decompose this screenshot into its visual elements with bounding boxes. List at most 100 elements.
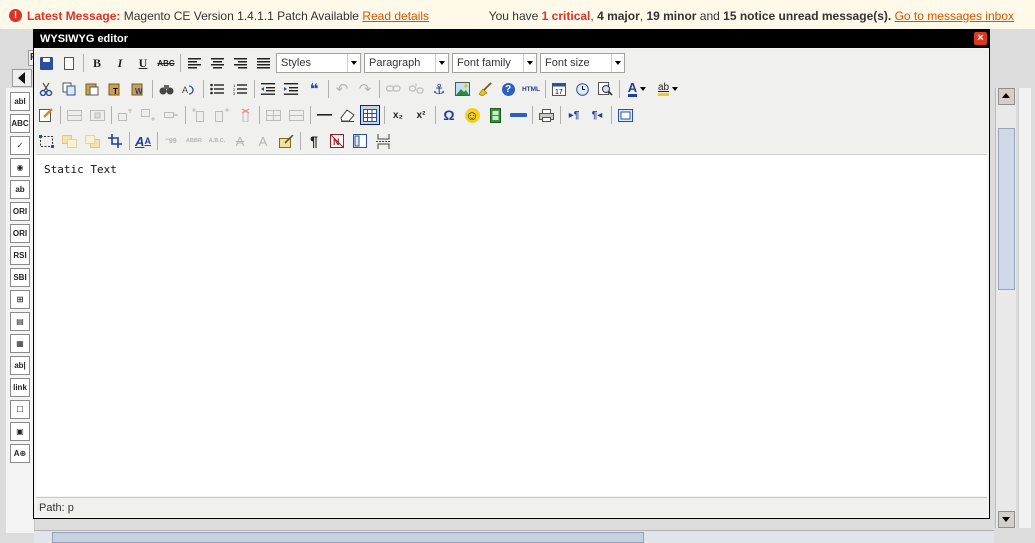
help-button[interactable]: ? <box>498 79 518 99</box>
font-size-select[interactable]: Font size <box>540 53 625 73</box>
unlink-button[interactable] <box>406 79 426 99</box>
insert-layer-button[interactable] <box>36 131 56 151</box>
background-tool-15[interactable]: ☐ <box>10 400 30 419</box>
numbered-list-button[interactable]: 123 <box>230 79 250 99</box>
delete-col-button[interactable] <box>235 105 255 125</box>
insert-row-before-button[interactable] <box>115 105 135 125</box>
abbreviation-button[interactable]: ABBR <box>184 131 204 151</box>
cut-button[interactable] <box>36 79 56 99</box>
acronym-button[interactable]: A.B.C. <box>207 131 227 151</box>
insert-image-button[interactable] <box>452 79 472 99</box>
background-tool-13[interactable]: ab| <box>10 356 30 375</box>
html-source-button[interactable]: HTML <box>521 79 541 99</box>
find-button[interactable] <box>156 79 176 99</box>
close-button[interactable]: × <box>974 32 987 45</box>
move-backward-button[interactable] <box>82 131 102 151</box>
blockquote-button[interactable]: ❝ <box>304 79 324 99</box>
preview-button[interactable] <box>595 79 615 99</box>
outdent-button[interactable] <box>258 79 278 99</box>
messages-inbox-link[interactable]: Go to messages inbox <box>895 9 1014 23</box>
new-document-button[interactable] <box>59 53 79 73</box>
absolute-position-button[interactable] <box>105 131 125 151</box>
align-left-button[interactable] <box>184 53 204 73</box>
element-path[interactable]: Path: p <box>39 502 74 514</box>
table-row-props-button[interactable] <box>64 105 84 125</box>
insert-row-after-button[interactable] <box>138 105 158 125</box>
underline-button[interactable]: U <box>133 53 153 73</box>
collapse-arrow-button[interactable] <box>12 69 32 87</box>
superscript-button[interactable]: x² <box>411 105 431 125</box>
background-tool-16[interactable]: ▣ <box>10 422 30 441</box>
special-char-button[interactable]: Ω <box>439 105 459 125</box>
scroll-down-button[interactable] <box>998 511 1015 528</box>
background-tool-7[interactable]: ORI <box>10 224 30 243</box>
bold-button[interactable]: B <box>87 53 107 73</box>
paste-word-button[interactable]: W <box>128 79 148 99</box>
font-family-select[interactable]: Font family <box>452 53 537 73</box>
insert-media-button[interactable] <box>485 105 505 125</box>
insert-col-before-button[interactable] <box>189 105 209 125</box>
copy-button[interactable] <box>59 79 79 99</box>
paste-text-button[interactable]: T <box>105 79 125 99</box>
visual-chars-button[interactable]: ¶ <box>304 131 324 151</box>
background-tool-8[interactable]: RSI <box>10 246 30 265</box>
insert-date-button[interactable]: 17 <box>549 79 569 99</box>
attributes-button[interactable] <box>276 131 296 151</box>
edit-css-button[interactable] <box>36 105 56 125</box>
split-cells-button[interactable] <box>263 105 283 125</box>
print-button[interactable] <box>536 105 556 125</box>
background-tool-10[interactable]: ⊞ <box>10 290 30 309</box>
background-tool-17[interactable]: A⊕ <box>10 444 30 463</box>
rtl-button[interactable]: ¶ ◂ <box>587 105 607 125</box>
background-tool-6[interactable]: ORI <box>10 202 30 221</box>
cite-button[interactable]: ‘‘99 <box>161 131 181 151</box>
cleanup-button[interactable] <box>475 79 495 99</box>
italic-button[interactable]: I <box>110 53 130 73</box>
horizontal-rule-button[interactable] <box>314 105 334 125</box>
undo-button[interactable]: ↶ <box>332 79 352 99</box>
background-tool-4[interactable]: ◉ <box>10 158 30 177</box>
insert-link-button[interactable] <box>383 79 403 99</box>
deletion-button[interactable]: A <box>230 131 250 151</box>
paste-button[interactable] <box>82 79 102 99</box>
style-props-button[interactable]: AA <box>133 131 153 151</box>
styles-select[interactable]: Styles <box>276 53 361 73</box>
background-tool-12[interactable]: ▦ <box>10 334 30 353</box>
page-break-button[interactable] <box>373 131 393 151</box>
background-horizontal-scrollbar[interactable] <box>34 530 994 543</box>
highlight-color-button[interactable]: ab <box>654 79 682 99</box>
text-color-button[interactable]: A <box>623 79 651 99</box>
ltr-button[interactable]: ▸ ¶ <box>564 105 584 125</box>
align-center-button[interactable] <box>207 53 227 73</box>
visual-aid-button[interactable] <box>360 105 380 125</box>
editor-content-text[interactable]: Static Text <box>44 163 117 176</box>
background-tool-1[interactable]: abl <box>10 92 30 111</box>
delete-row-button[interactable] <box>161 105 181 125</box>
insert-col-after-button[interactable] <box>212 105 232 125</box>
align-justify-button[interactable] <box>253 53 273 73</box>
background-vertical-scrollbar[interactable] <box>995 88 1016 528</box>
paragraph-select[interactable]: Paragraph <box>364 53 449 73</box>
horizontal-scroll-thumb[interactable] <box>52 532 644 543</box>
background-tool-14[interactable]: link <box>10 378 30 397</box>
align-right-button[interactable] <box>230 53 250 73</box>
save-button[interactable] <box>36 53 56 73</box>
remove-format-button[interactable] <box>337 105 357 125</box>
anchor-button[interactable]: ⚓ <box>429 79 449 99</box>
replace-button[interactable]: A <box>179 79 199 99</box>
move-forward-button[interactable] <box>59 131 79 151</box>
background-tool-2[interactable]: ABC <box>10 114 30 133</box>
merge-cells-button[interactable] <box>286 105 306 125</box>
template-button[interactable] <box>350 131 370 151</box>
insertion-button[interactable]: A <box>253 131 273 151</box>
fullscreen-button[interactable] <box>615 105 635 125</box>
advanced-hr-button[interactable] <box>508 105 528 125</box>
redo-button[interactable]: ↷ <box>355 79 375 99</box>
insert-time-button[interactable] <box>572 79 592 99</box>
editor-content-area[interactable]: Static Text <box>36 154 987 496</box>
background-tool-9[interactable]: SBI <box>10 268 30 287</box>
scroll-up-button[interactable] <box>998 88 1015 105</box>
background-tool-3[interactable]: ✓ <box>10 136 30 155</box>
indent-button[interactable] <box>281 79 301 99</box>
nonbreaking-button[interactable]: N <box>327 131 347 151</box>
